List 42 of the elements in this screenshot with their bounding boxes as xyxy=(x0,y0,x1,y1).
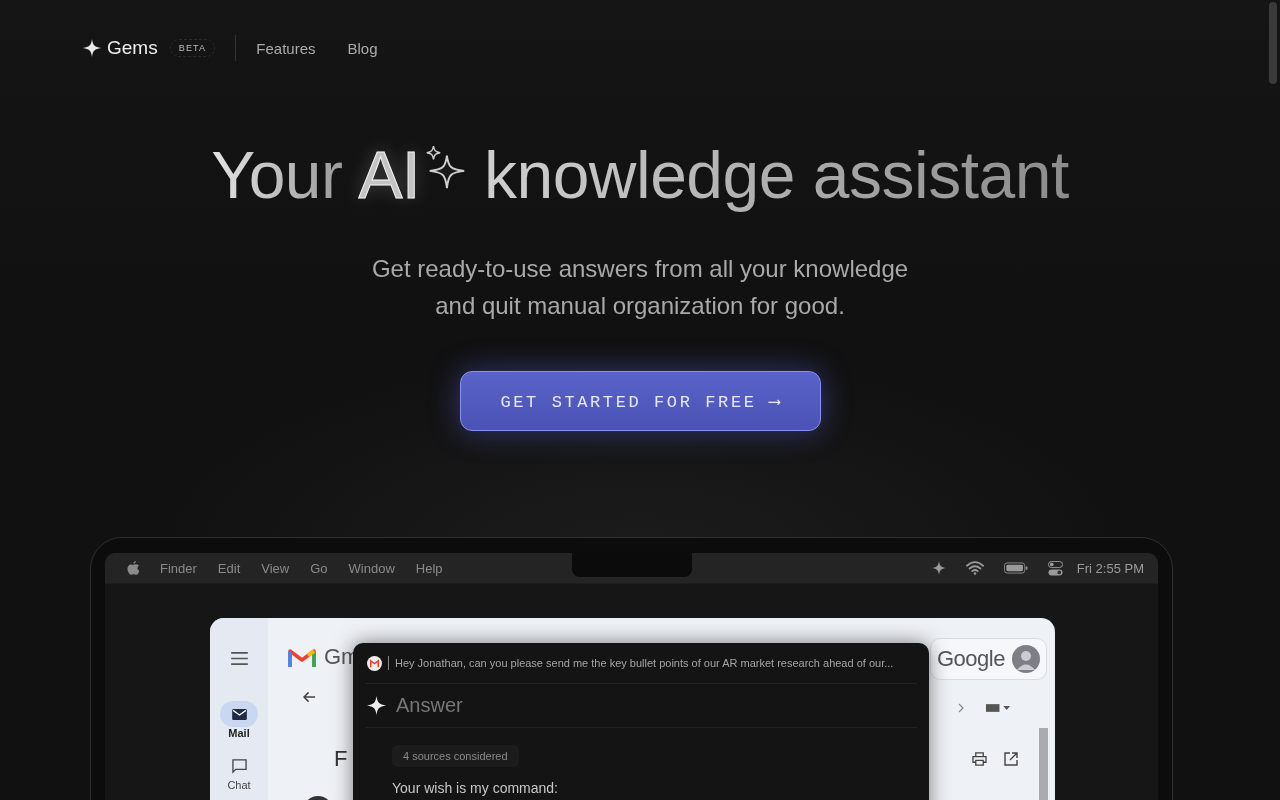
rail-button[interactable] xyxy=(220,701,258,727)
battery-icon[interactable] xyxy=(1003,562,1028,574)
apple-icon[interactable] xyxy=(127,560,140,576)
nav-link[interactable]: Features xyxy=(256,39,316,57)
hero-title-highlight: AI xyxy=(358,137,420,213)
sparkle-icon xyxy=(367,696,386,715)
menu-clock: Fri 2:55 PM xyxy=(1076,560,1144,576)
chat-icon xyxy=(231,758,247,774)
chevron-right-icon[interactable] xyxy=(958,703,964,713)
menu-item[interactable]: View xyxy=(261,560,290,576)
print-icon[interactable] xyxy=(972,752,987,766)
email-subject: F xyxy=(334,746,348,772)
sources-chip[interactable]: 4 sources considered xyxy=(392,745,519,767)
sparkle-icon[interactable] xyxy=(931,561,946,575)
account-brand: Google xyxy=(937,646,1005,672)
open-external-icon[interactable] xyxy=(1004,752,1018,766)
mail-icon xyxy=(231,708,247,720)
control-center-icon[interactable] xyxy=(1047,560,1063,576)
menu-item[interactable]: Edit xyxy=(217,560,241,576)
rail-label: Mail xyxy=(228,727,250,739)
back-arrow-icon[interactable] xyxy=(303,691,316,703)
get-started-button[interactable]: GET STARTED FOR FREE ⟶ xyxy=(459,371,821,431)
brand-link[interactable]: Gems xyxy=(107,37,158,59)
nav-link[interactable]: Blog xyxy=(347,39,378,57)
mail-logo-icon xyxy=(367,655,382,671)
answer-text: Your wish is my command: xyxy=(392,780,559,796)
menu-item[interactable]: Window xyxy=(348,560,395,576)
menu-item[interactable]: Help xyxy=(415,560,443,576)
page-scrollbar[interactable] xyxy=(1269,2,1277,84)
mail-logo-icon xyxy=(288,647,316,667)
sparkle-logo-icon xyxy=(83,39,101,57)
menu-icon[interactable] xyxy=(230,652,248,665)
menu-item[interactable]: Finder xyxy=(160,560,197,576)
hero-subtitle: and quit manual organization for good. xyxy=(434,291,846,321)
menu-item[interactable]: Go xyxy=(310,560,328,576)
rail-label: Chat xyxy=(227,779,251,791)
keyboard-icon[interactable] xyxy=(986,704,1011,712)
wifi-icon[interactable] xyxy=(965,561,984,575)
answer-heading: Answer xyxy=(396,694,463,717)
avatar[interactable] xyxy=(1012,645,1040,673)
query-text: Hey Jonathan, can you please send me the key bullet points of our AR market research ahead of our... xyxy=(395,657,894,669)
hero-subtitle: Get ready-to-use answers from all your knowledge xyxy=(371,254,909,284)
